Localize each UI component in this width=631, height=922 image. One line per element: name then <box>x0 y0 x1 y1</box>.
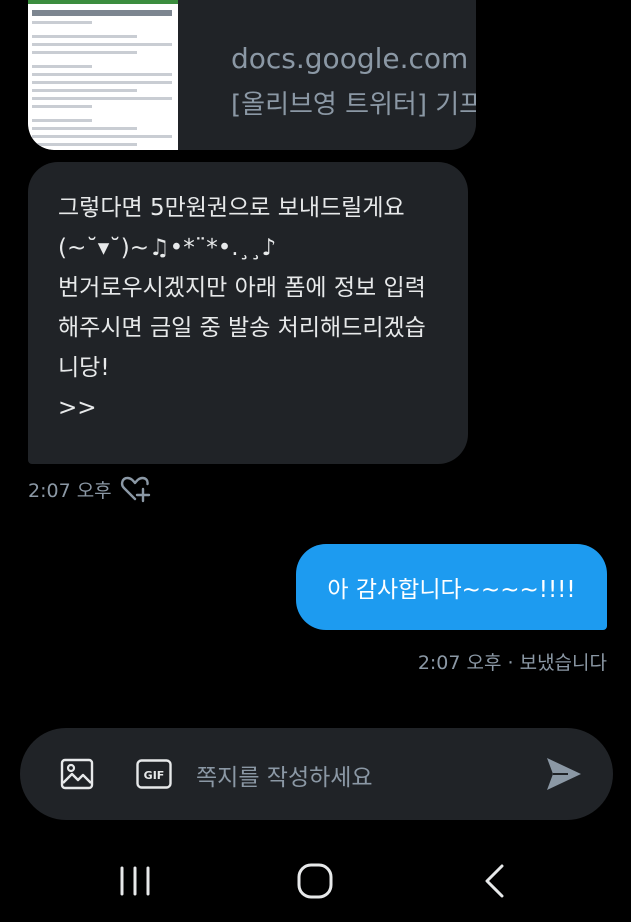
message-line: 그렇다면 5만원권으로 보내드릴게요 <box>58 195 405 221</box>
outgoing-status: 2:07 오후 · 보냈습니다 <box>417 652 607 674</box>
add-reaction-icon[interactable] <box>119 472 151 504</box>
message-line: (~˘▾˘)~♫•*¨*•.¸¸♪ <box>58 235 277 261</box>
system-navigation-bar <box>0 840 631 922</box>
outgoing-message-text: 아 감사합니다~~~~!!!! <box>327 577 576 603</box>
link-preview-card[interactable]: docs.google.com [올리브영 트위터] 기프... <box>28 0 476 150</box>
link-title: [올리브영 트위터] 기프... <box>231 90 476 120</box>
message-line: 번거로우시겠지만 아래 폼에 정보 입력 <box>58 275 426 301</box>
link-domain: docs.google.com <box>231 42 469 75</box>
gif-label: GIF <box>144 769 165 782</box>
back-icon[interactable] <box>480 862 508 900</box>
incoming-timestamp: 2:07 오후 <box>28 480 112 502</box>
gif-icon[interactable]: GIF <box>136 759 172 789</box>
message-line: >> <box>58 395 97 421</box>
link-thumbnail <box>28 0 178 150</box>
image-icon[interactable] <box>60 758 94 790</box>
message-line: 니당! <box>58 355 110 381</box>
outgoing-message-bubble[interactable]: 아 감사합니다~~~~!!!! <box>296 544 607 630</box>
send-icon[interactable] <box>544 755 584 793</box>
message-composer: GIF 쪽지를 작성하세요 <box>20 728 613 820</box>
recents-icon[interactable] <box>118 866 152 896</box>
message-input[interactable]: 쪽지를 작성하세요 <box>196 758 373 792</box>
home-icon[interactable] <box>296 862 334 900</box>
incoming-message-bubble[interactable]: 그렇다면 5만원권으로 보내드릴게요 (~˘▾˘)~♫•*¨*•.¸¸♪ 번거로… <box>28 162 468 464</box>
message-line: 해주시면 금일 중 발송 처리해드리겠습 <box>58 315 426 341</box>
